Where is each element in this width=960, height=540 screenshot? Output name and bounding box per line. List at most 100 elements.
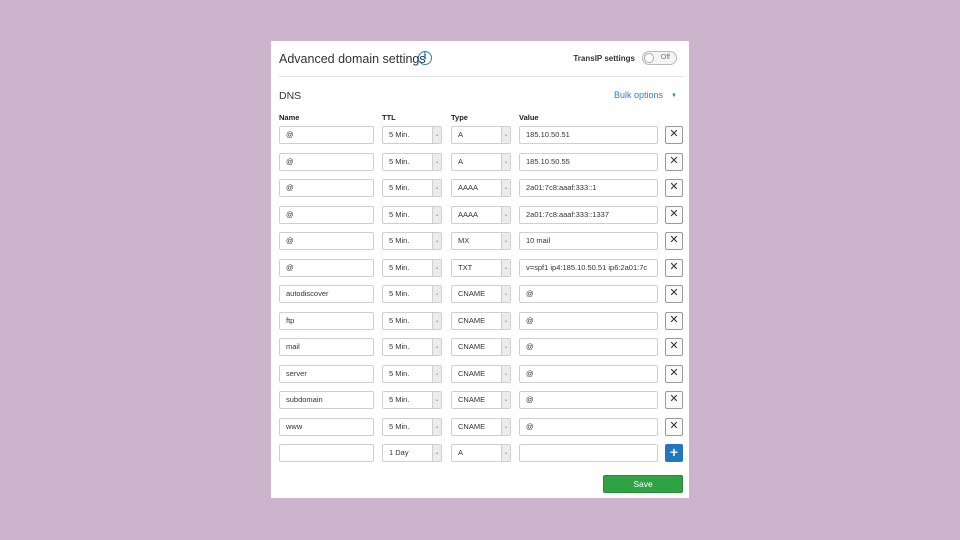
record-name-input[interactable]: @ bbox=[279, 179, 374, 197]
record-value-input[interactable]: v=spf1 ip4:185.10.50.51 ip6:2a01:7c bbox=[519, 258, 658, 277]
record-value-input[interactable]: 2a01:7c8:aaaf:333::1337 bbox=[519, 205, 658, 224]
record-ttl-select[interactable]: 5 Min. ⌄ bbox=[382, 152, 442, 171]
record-value-input[interactable]: @ bbox=[519, 364, 658, 383]
delete-record-button[interactable]: ✕ bbox=[665, 232, 683, 250]
record-value-input[interactable]: @ bbox=[519, 311, 658, 330]
chevron-down-icon: ⌄ bbox=[432, 206, 441, 223]
chevron-down-icon: ⌄ bbox=[501, 312, 510, 329]
chevron-down-icon: ⌄ bbox=[432, 339, 441, 355]
bulk-options-link[interactable]: Bulk options ▼ bbox=[614, 90, 677, 100]
chevron-down-icon: ⌄ bbox=[501, 259, 510, 276]
record-type-select[interactable]: A ⌄ bbox=[451, 152, 511, 171]
record-type-select[interactable]: A ⌄ bbox=[451, 126, 511, 144]
new-record-type-select[interactable]: A ⌄ bbox=[451, 444, 511, 462]
record-ttl-select[interactable]: 5 Min. ⌄ bbox=[382, 126, 442, 144]
ttl-value: 5 Min. bbox=[389, 395, 410, 404]
ttl-value: 5 Min. bbox=[389, 262, 410, 272]
record-type-select[interactable]: MX ⌄ bbox=[451, 232, 511, 250]
chevron-down-icon: ⌄ bbox=[432, 445, 441, 461]
record-name-input[interactable]: ftp bbox=[279, 311, 374, 330]
record-type-select[interactable]: AAAA ⌄ bbox=[451, 179, 511, 197]
record-ttl-select[interactable]: 5 Min. ⌄ bbox=[382, 391, 442, 409]
panel-header: Advanced domain settings i TransIP setti… bbox=[279, 51, 683, 77]
info-icon[interactable]: i bbox=[418, 51, 432, 65]
record-type-select[interactable]: CNAME ⌄ bbox=[451, 364, 511, 383]
record-value-input[interactable]: 10 mail bbox=[519, 232, 658, 250]
new-record-value-input[interactable] bbox=[519, 444, 658, 462]
record-type-select[interactable]: AAAA ⌄ bbox=[451, 205, 511, 224]
record-name-input[interactable]: @ bbox=[279, 152, 374, 171]
delete-record-button[interactable]: ✕ bbox=[665, 205, 683, 224]
add-record-button[interactable]: + bbox=[665, 444, 683, 462]
chevron-down-icon: ⌄ bbox=[501, 445, 510, 461]
record-value-input[interactable]: @ bbox=[519, 417, 658, 436]
save-button[interactable]: Save bbox=[603, 475, 683, 493]
type-value: CNAME bbox=[458, 421, 486, 431]
record-ttl-select[interactable]: 5 Min. ⌄ bbox=[382, 179, 442, 197]
delete-record-button[interactable]: ✕ bbox=[665, 126, 683, 144]
record-name-input[interactable]: subdomain bbox=[279, 391, 374, 409]
dns-record-row: server 5 Min. ⌄ CNAME ⌄ @ ✕ bbox=[271, 364, 689, 383]
delete-record-button[interactable]: ✕ bbox=[665, 338, 683, 356]
type-value: CNAME bbox=[458, 342, 486, 351]
record-value-input[interactable]: 2a01:7c8:aaaf:333::1 bbox=[519, 179, 658, 197]
record-ttl-select[interactable]: 5 Min. ⌄ bbox=[382, 338, 442, 356]
record-name-input[interactable]: autodiscover bbox=[279, 285, 374, 303]
column-header-ttl: TTL bbox=[382, 113, 396, 122]
bulk-options-label: Bulk options bbox=[614, 90, 664, 100]
record-name-input[interactable]: @ bbox=[279, 126, 374, 144]
record-ttl-select[interactable]: 5 Min. ⌄ bbox=[382, 285, 442, 303]
record-ttl-select[interactable]: 5 Min. ⌄ bbox=[382, 205, 442, 224]
record-ttl-select[interactable]: 5 Min. ⌄ bbox=[382, 311, 442, 330]
ttl-value: 5 Min. bbox=[389, 183, 410, 192]
type-value: AAAA bbox=[458, 183, 479, 192]
record-ttl-select[interactable]: 5 Min. ⌄ bbox=[382, 364, 442, 383]
record-value-input[interactable]: 185.10.50.51 bbox=[519, 126, 658, 144]
record-ttl-select[interactable]: 5 Min. ⌄ bbox=[382, 258, 442, 277]
record-name-input[interactable]: @ bbox=[279, 258, 374, 277]
chevron-down-icon: ⌄ bbox=[432, 233, 441, 249]
ttl-value: 5 Min. bbox=[389, 289, 410, 298]
new-record-ttl-select[interactable]: 1 Day ⌄ bbox=[382, 444, 442, 462]
record-name-input[interactable]: @ bbox=[279, 232, 374, 250]
record-value-input[interactable]: @ bbox=[519, 338, 658, 356]
delete-record-button[interactable]: ✕ bbox=[665, 417, 683, 436]
chevron-down-icon: ⌄ bbox=[432, 312, 441, 329]
delete-record-button[interactable]: ✕ bbox=[665, 179, 683, 197]
new-record-name-input[interactable] bbox=[279, 444, 374, 462]
record-ttl-select[interactable]: 5 Min. ⌄ bbox=[382, 417, 442, 436]
record-type-select[interactable]: CNAME ⌄ bbox=[451, 417, 511, 436]
delete-record-button[interactable]: ✕ bbox=[665, 391, 683, 409]
chevron-down-icon: ⌄ bbox=[501, 365, 510, 382]
delete-record-button[interactable]: ✕ bbox=[665, 152, 683, 171]
record-name-input[interactable]: www bbox=[279, 417, 374, 436]
dns-record-row: subdomain 5 Min. ⌄ CNAME ⌄ @ ✕ bbox=[271, 391, 689, 409]
record-value-input[interactable]: @ bbox=[519, 391, 658, 409]
record-value-input[interactable]: @ bbox=[519, 285, 658, 303]
dns-record-row: ftp 5 Min. ⌄ CNAME ⌄ @ ✕ bbox=[271, 311, 689, 330]
delete-record-button[interactable]: ✕ bbox=[665, 364, 683, 383]
record-type-select[interactable]: TXT ⌄ bbox=[451, 258, 511, 277]
type-value: AAAA bbox=[458, 209, 479, 219]
transip-settings-label: TransIP settings bbox=[573, 54, 635, 63]
record-type-select[interactable]: CNAME ⌄ bbox=[451, 285, 511, 303]
delete-record-button[interactable]: ✕ bbox=[665, 285, 683, 303]
record-name-input[interactable]: server bbox=[279, 364, 374, 383]
chevron-down-icon: ⌄ bbox=[501, 339, 510, 355]
record-value-input[interactable]: 185.10.50.55 bbox=[519, 152, 658, 171]
record-type-select[interactable]: CNAME ⌄ bbox=[451, 338, 511, 356]
delete-record-button[interactable]: ✕ bbox=[665, 258, 683, 277]
chevron-down-icon: ⌄ bbox=[501, 286, 510, 302]
record-name-input[interactable]: @ bbox=[279, 205, 374, 224]
record-ttl-select[interactable]: 5 Min. ⌄ bbox=[382, 232, 442, 250]
column-header-type: Type bbox=[451, 113, 468, 122]
record-name-input[interactable]: mail bbox=[279, 338, 374, 356]
chevron-down-icon: ⌄ bbox=[501, 153, 510, 170]
transip-settings-toggle[interactable]: Off bbox=[642, 51, 677, 65]
advanced-domain-settings-panel: Advanced domain settings i TransIP setti… bbox=[271, 41, 689, 498]
dns-record-row: @5 Min. ⌄ MX ⌄ 10 mail ✕ bbox=[271, 232, 689, 250]
delete-record-button[interactable]: ✕ bbox=[665, 311, 683, 330]
record-type-select[interactable]: CNAME ⌄ bbox=[451, 391, 511, 409]
toggle-state-label: Off bbox=[660, 54, 670, 61]
record-type-select[interactable]: CNAME ⌄ bbox=[451, 311, 511, 330]
